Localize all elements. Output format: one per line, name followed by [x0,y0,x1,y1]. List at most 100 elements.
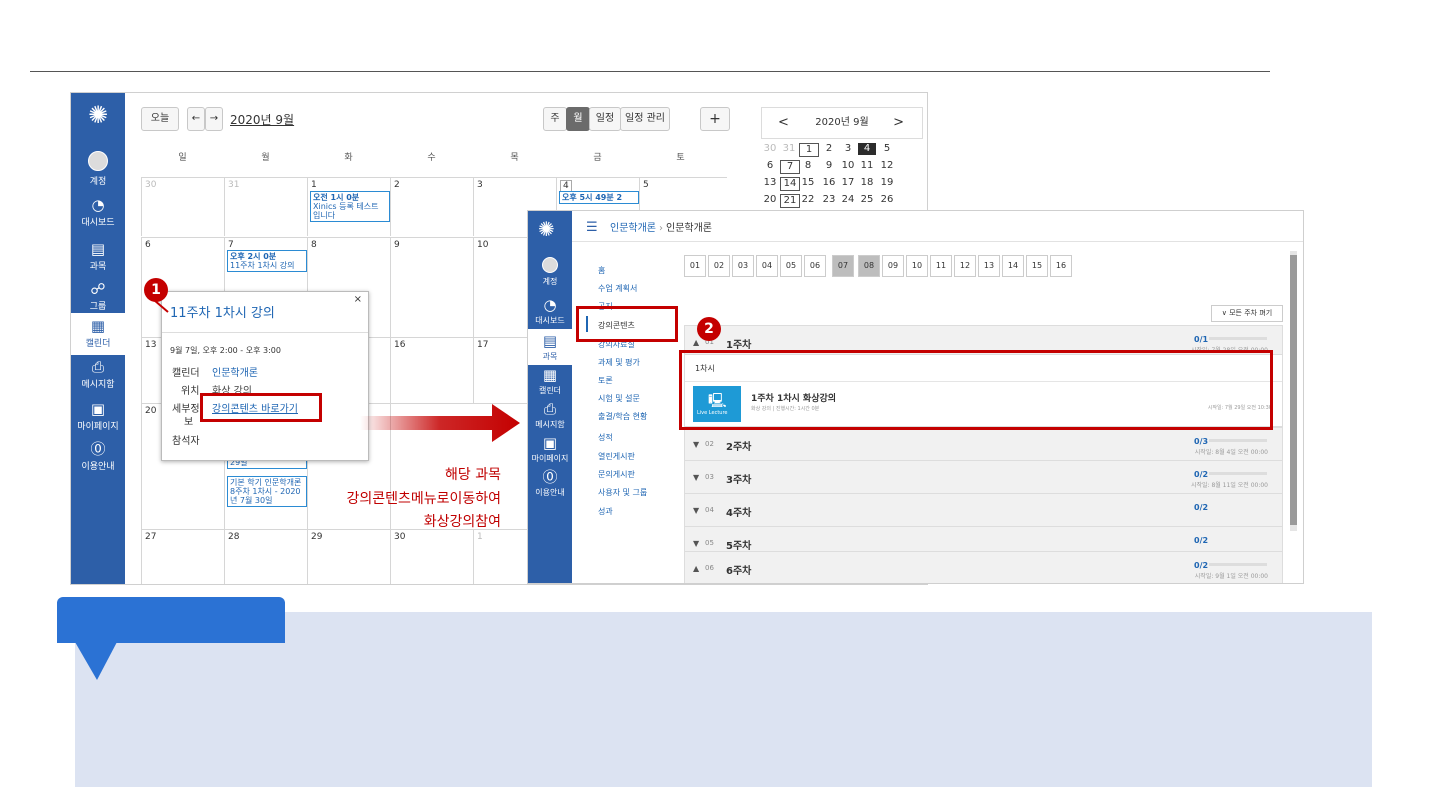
nav-calendar[interactable]: ▦ 캘린더 [528,367,572,396]
week-tab[interactable]: 04 [756,255,778,277]
progress-bar [1209,472,1267,475]
popup-title[interactable]: 11주차 1차시 강의 [170,302,275,321]
day-cell[interactable]: 27 [141,530,225,584]
week-tab[interactable]: 01 [684,255,706,277]
day-cell[interactable]: 30 [390,530,474,584]
week-tab[interactable]: 06 [804,255,826,277]
breadcrumb-course[interactable]: 인문학개론 [610,223,656,234]
schedule-manage-button[interactable]: 일정 관리 [620,107,670,131]
day-cell[interactable]: 1 오전 1시 0분 Xinics 등록 테스트 입니다 [307,178,391,236]
week-tab[interactable]: 08 [858,255,880,277]
next-month-button[interactable]: → [205,107,223,131]
scrollbar-thumb[interactable] [1290,255,1297,525]
today-button[interactable]: 오늘 [141,107,179,131]
menu-open-board[interactable]: 열린게시판 [598,451,635,462]
day-cell[interactable]: 16 [390,338,474,404]
week-tab[interactable]: 12 [954,255,976,277]
caret-down-icon: ▼ [693,506,700,515]
mini-week: 13 14 15 16 17 18 19 [763,177,894,191]
dashboard-icon: ◔ [543,296,557,314]
pointer-line [153,300,169,313]
week-tab[interactable]: 16 [1050,255,1072,277]
popup-calendar-label: 캘린더 [172,368,200,379]
week-tab[interactable]: 14 [1002,255,1024,277]
week-tab[interactable]: 05 [780,255,802,277]
week-row-6[interactable]: ▲ 06 6주차 0/2 시작일: 9월 1일 오전 00:00 [684,551,1283,583]
nav-mypage[interactable]: ▣ 마이페이지 [528,435,572,464]
add-event-button[interactable]: + [700,107,730,131]
hamburger-icon[interactable]: ☰ [586,220,598,235]
nav-dashboard[interactable]: ◔ 대시보드 [71,197,125,228]
nav-account[interactable]: 계정 [71,151,125,187]
calendar-month-title[interactable]: 2020년 9월 [230,111,294,128]
caption-line-2: 강의콘텐츠메뉴로이동하여 [346,491,501,507]
popup-attendee-label: 참석자 [172,436,200,447]
day-cell[interactable]: 9 [390,238,474,338]
menu-attendance[interactable]: 출결/학습 현황 [598,411,647,422]
caret-down-icon: ▼ [693,440,700,449]
nav-help[interactable]: ⓪ 이용안내 [528,469,572,498]
nav-dashboard[interactable]: ◔ 대시보드 [528,297,572,326]
week-tab[interactable]: 02 [708,255,730,277]
week-tab[interactable]: 03 [732,255,754,277]
nav-mypage[interactable]: ▣ 마이페이지 [71,401,125,432]
calendar-event[interactable]: 오후 5시 49분 2 [559,191,639,204]
week-tab[interactable]: 13 [978,255,1000,277]
agenda-view-button[interactable]: 일정 [589,107,621,131]
week-row-4[interactable]: ▼ 04 4주차 0/2 [684,493,1283,529]
day-cell[interactable]: 31 [224,178,308,236]
menu-discussion[interactable]: 토론 [598,375,613,386]
menu-home[interactable]: 홈 [598,265,605,276]
calendar-event[interactable]: 오후 2시 0분 11주차 1차시 강의 [227,250,307,272]
nav-courses[interactable]: ▤ 과목 [71,241,125,272]
calendar-event[interactable]: 오전 1시 0분 Xinics 등록 테스트 입니다 [310,191,390,222]
nav-courses[interactable]: ▤ 과목 [528,329,572,365]
progress-bar [1209,337,1267,340]
day-cell[interactable]: 29 [307,530,391,584]
nav-inbox[interactable]: ⎙ 메시지함 [528,401,572,430]
week-row-2[interactable]: ▼ 02 2주차 0/3 시작일: 8월 4일 오전 00:00 [684,427,1283,463]
week-row-3[interactable]: ▼ 03 3주차 0/2 시작일: 8월 11일 오전 00:00 [684,460,1283,496]
popup-divider [162,332,368,333]
caret-up-icon: ▲ [693,338,700,347]
menu-syllabus[interactable]: 수업 계획서 [598,283,637,294]
nav-groups[interactable]: ☍ 그룹 [71,281,125,312]
menu-quizzes[interactable]: 시험 및 설문 [598,393,640,404]
close-icon[interactable]: × [354,294,362,305]
week-tab[interactable]: 10 [906,255,928,277]
day-cell[interactable]: 2 [390,178,474,236]
menu-grades[interactable]: 성적 [598,432,613,443]
menu-people[interactable]: 사용자 및 그룹 [598,487,647,498]
prev-month-button[interactable]: ← [187,107,205,131]
month-view-button[interactable]: 월 [566,107,590,131]
top-divider [30,71,1270,72]
week-tab[interactable]: 07 [832,255,854,277]
nav-inbox[interactable]: ⎙ 메시지함 [71,359,125,390]
day-cell[interactable]: 28 [224,530,308,584]
popup-calendar-value[interactable]: 인문학개론 [212,364,258,379]
mini-next-button[interactable]: > [893,108,904,138]
day-cell[interactable]: 30 [141,178,225,236]
week-tab[interactable]: 09 [882,255,904,277]
scrollbar[interactable] [1290,251,1297,531]
mini-prev-button[interactable]: < [778,108,789,138]
course-global-nav: ✺ 계정 ◔ 대시보드 ▤ 과목 ▦ 캘린더 ⎙ 메시지함 ▣ 마이페이지 ⓪ 이용안내 [528,211,572,583]
calendar-event[interactable]: 기본 학기 인문학개론 8주차 1차시 - 2020년 7월 30일 [227,476,307,507]
calendar-icon: ▦ [542,366,558,384]
course-header: ☰ 인문학개론 › 인문학개론 [572,211,1303,242]
mini-week: 30 31 1 2 3 4 5 [763,143,891,157]
dow-header: 금 [593,153,602,163]
nav-help[interactable]: ⓪ 이용안내 [71,441,125,472]
expand-all-weeks-button[interactable]: ∨ 모든 주차 펴기 [1211,305,1283,322]
menu-outcomes[interactable]: 성과 [598,506,613,517]
week-tab[interactable]: 15 [1026,255,1048,277]
nav-calendar[interactable]: ▦ 캘린더 [71,313,125,355]
week-view-button[interactable]: 주 [543,107,567,131]
mini-week: 20 21 22 23 24 25 26 [763,194,894,208]
menu-assignments[interactable]: 과제 및 평가 [598,357,640,368]
menu-qna-board[interactable]: 문의게시판 [598,469,635,480]
book-icon: ▤ [542,332,558,350]
week-tab[interactable]: 11 [930,255,952,277]
calendar-icon: ▦ [90,317,106,335]
nav-account[interactable]: 계정 [528,257,572,287]
